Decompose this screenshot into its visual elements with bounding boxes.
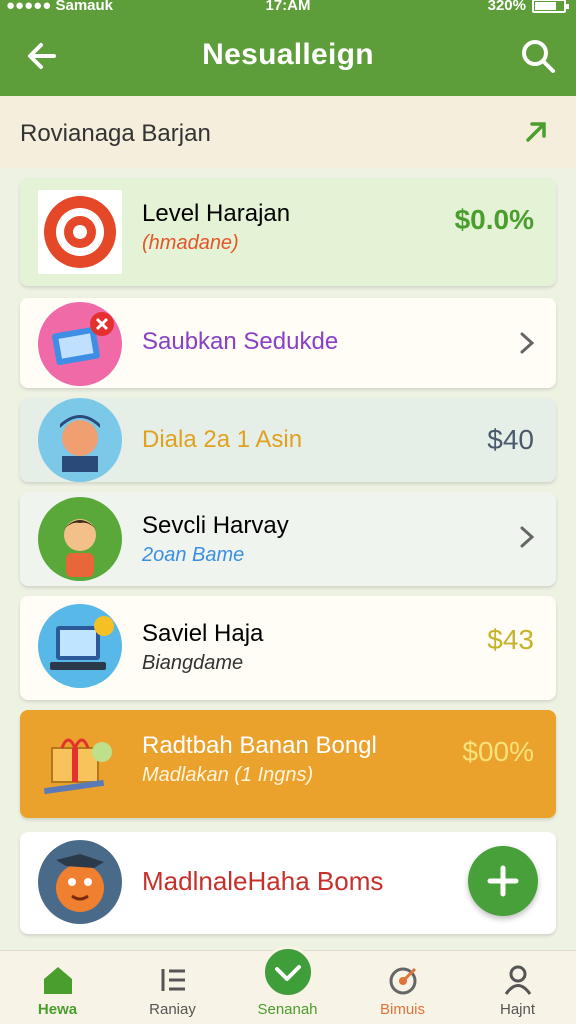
page-title: Nesualleign <box>202 38 374 71</box>
gift-box-icon <box>38 720 122 804</box>
section-header[interactable]: Rovianaga Barjan <box>0 96 576 168</box>
item-title: Saviel Haja <box>142 620 264 647</box>
list-item[interactable]: Saviel Haja Biangdame $43 <box>20 596 556 700</box>
item-title: Diala 2a 1 Asin <box>142 426 303 453</box>
item-price: $00% <box>462 736 534 767</box>
item-price: $0.0% <box>454 204 534 235</box>
chevron-right-icon <box>520 332 535 354</box>
plus-icon <box>487 865 519 897</box>
nav-center-button[interactable] <box>262 946 314 998</box>
item-subtitle: Biangdame <box>142 652 244 674</box>
target-icon <box>389 967 417 995</box>
add-button[interactable] <box>468 846 538 916</box>
item-subtitle: (hmadane) <box>142 232 239 254</box>
check-icon <box>275 965 301 981</box>
item-title: Saubkan Sedukde <box>142 328 339 355</box>
app-bar: Nesualleign <box>0 16 576 96</box>
list-item[interactable]: Level Harajan (hmadane) $0.0% <box>20 178 556 286</box>
arrow-up-right-icon[interactable] <box>522 118 550 146</box>
nav-label: Senanah <box>257 1001 318 1018</box>
nav-profile[interactable]: Hajnt <box>460 951 575 1024</box>
item-title: MadlnaleHaha Boms <box>142 866 384 896</box>
item-price: $43 <box>487 624 534 655</box>
item-title: Level Harajan <box>142 200 291 227</box>
target-icon <box>38 190 122 274</box>
nav-label: Raniay <box>149 1001 196 1018</box>
battery-percent: 320% <box>487 0 526 14</box>
item-title: Sevcli Harvay <box>142 512 289 539</box>
item-title: Radtbah Banan Bongl <box>142 732 377 759</box>
list-item[interactable]: Saubkan Sedukde <box>20 298 556 388</box>
nav-home[interactable]: Hewa <box>0 951 115 1024</box>
kid-icon <box>38 497 122 581</box>
photo-frame-icon <box>38 302 122 386</box>
person-icon <box>38 398 122 482</box>
list-item[interactable]: Sevcli Harvay 2oan Bame <box>20 492 556 586</box>
chevron-right-icon <box>520 526 535 548</box>
battery-icon <box>532 0 569 13</box>
section-title: Rovianaga Barjan <box>20 120 211 147</box>
item-price: $40 <box>487 424 534 455</box>
nav-list[interactable]: Raniay <box>115 951 230 1024</box>
profile-icon <box>504 965 532 995</box>
nav-label: Hajnt <box>499 1001 536 1018</box>
item-subtitle: Madlakan (1 Ingns) <box>142 764 314 786</box>
home-icon <box>44 967 72 994</box>
list-icon <box>161 969 185 991</box>
item-subtitle: 2oan Bame <box>142 544 245 566</box>
status-bar: ●●●●● Samauk 17:AM 320% <box>0 0 576 16</box>
list-item[interactable]: Radtbah Banan Bongl Madlakan (1 Ingns) $… <box>20 710 556 818</box>
status-icons: 320% <box>487 0 569 14</box>
nav-label: Hewa <box>37 1001 78 1018</box>
nav-targets[interactable]: Bimuis <box>345 951 460 1024</box>
mascot-icon <box>38 840 122 924</box>
laptop-icon <box>38 604 122 688</box>
list-item[interactable]: Diala 2a 1 Asin $40 <box>20 398 556 482</box>
search-icon[interactable] <box>518 36 558 76</box>
nav-label: Bimuis <box>379 1001 425 1018</box>
